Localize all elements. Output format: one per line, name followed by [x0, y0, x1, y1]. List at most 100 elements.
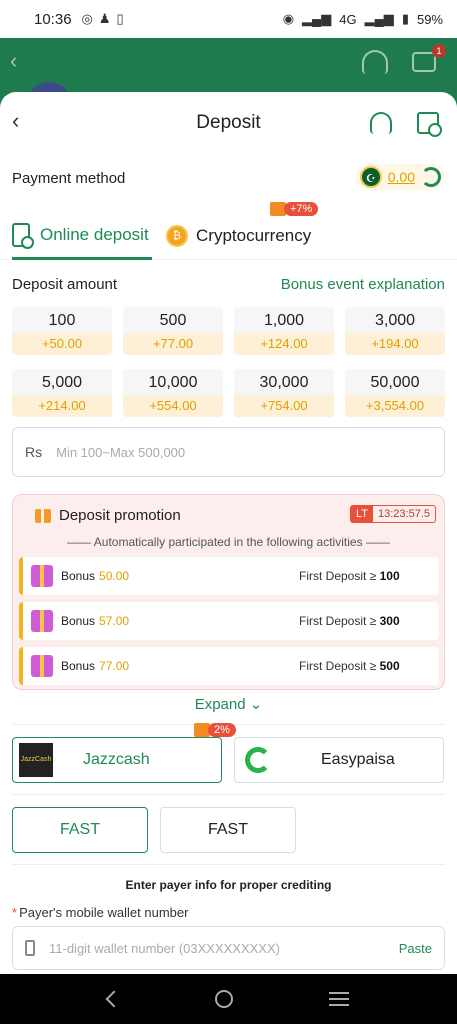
gift-box-icon — [31, 655, 53, 677]
condition-label: First Deposit ≥ — [299, 614, 377, 628]
amount-value: 10,000 — [148, 374, 198, 391]
refresh-icon[interactable] — [421, 167, 441, 187]
nav-back-icon[interactable] — [105, 990, 123, 1008]
amount-option[interactable]: 30,000 +754.00 — [234, 369, 334, 417]
balance-widget: ☪ 0.00 — [355, 164, 445, 190]
lt-label: LT — [350, 506, 373, 522]
signal-icon-2: ▂▄▆ — [364, 11, 394, 26]
bonus-label: Bonus — [61, 569, 96, 583]
bonus-label: Bonus — [61, 659, 96, 673]
crypto-bonus-percent: +7% — [284, 202, 319, 216]
amount-option[interactable]: 1,000 +124.00 — [234, 307, 334, 355]
amount-bonus: +554.00 — [123, 395, 223, 417]
promotion-row: Bonus 50.00 First Deposit ≥ 100 — [19, 557, 439, 595]
jazzcash-bonus-percent: 2% — [208, 723, 236, 737]
condition-label: First Deposit ≥ — [299, 659, 377, 673]
speed-option-fast-2[interactable]: FAST — [160, 807, 296, 853]
bonus-value: 50.00 — [99, 569, 130, 583]
tab-online-deposit[interactable]: Online deposit — [12, 212, 152, 260]
amount-value: 3,000 — [374, 312, 416, 329]
expand-label: Expand — [194, 696, 246, 713]
amount-input[interactable] — [56, 444, 432, 460]
wallet-number-field: Paste — [12, 926, 445, 970]
limited-time-badge: LT 13:23:57.5 — [349, 505, 436, 523]
amount-value: 30,000 — [259, 374, 309, 391]
wallet-number-input[interactable] — [49, 940, 399, 956]
whatsapp-icon: ◎ — [81, 11, 93, 26]
coin-icon: ₿ — [166, 225, 188, 247]
amount-input-field: Rs — [12, 427, 445, 477]
channel-jazzcash[interactable]: JazzCash Jazzcash — [12, 737, 222, 783]
amount-value: 500 — [159, 312, 187, 329]
background-headset-icon — [362, 50, 388, 74]
amount-bonus: +214.00 — [12, 395, 112, 417]
battery-level: 59% — [416, 11, 443, 27]
deposit-history-icon[interactable] — [417, 112, 442, 137]
amount-value: 5,000 — [41, 374, 83, 391]
notification-badge: 1 — [432, 44, 446, 58]
condition-threshold: 500 — [379, 659, 400, 673]
divider — [12, 864, 445, 865]
amount-bonus: +3,554.00 — [345, 395, 445, 417]
nav-recents-icon[interactable] — [329, 992, 350, 1006]
bonus-label: Bonus — [61, 614, 96, 628]
battery-icon: ▮ — [401, 11, 409, 26]
amount-value: 1,000 — [263, 312, 305, 329]
balance-value[interactable]: 0.00 — [388, 169, 415, 185]
amount-bonus: +754.00 — [234, 395, 334, 417]
gift-box-icon — [31, 610, 53, 632]
promotion-row: Bonus 57.00 First Deposit ≥ 300 — [19, 602, 439, 640]
speed-options: FAST FAST — [12, 807, 296, 853]
channel-easypaisa[interactable]: Easypaisa — [234, 737, 444, 783]
speed-option-fast-1[interactable]: FAST — [12, 807, 148, 853]
wallet-number-label: Payer's mobile wallet number — [19, 905, 189, 920]
deposit-amount-label: Deposit amount — [12, 276, 118, 293]
status-bar: 10:36 ◎ ♟ ▯ ◉ ▂▄▆ 4G ▂▄▆ ▮ 59% — [0, 0, 457, 38]
tab-cryptocurrency[interactable]: ₿ Cryptocurrency — [166, 212, 311, 260]
tab-label: Online deposit — [40, 224, 149, 244]
mobile-phone-icon — [25, 940, 35, 956]
gift-box-icon — [31, 565, 53, 587]
condition-threshold: 100 — [379, 569, 400, 583]
promotion-subtitle: —— Automatically participated in the fol… — [67, 535, 390, 549]
bonus-event-link[interactable]: Bonus event explanation — [281, 276, 445, 293]
amount-options-grid: 100 +50.00 500 +77.00 1,000 +124.00 3,000 +1… — [12, 307, 445, 417]
amount-bonus: +77.00 — [123, 333, 223, 355]
mobile-deposit-icon — [12, 222, 34, 249]
gift-icon — [35, 508, 51, 523]
payer-info-note: Enter payer info for proper crediting — [125, 878, 332, 892]
amount-bonus: +50.00 — [12, 333, 112, 355]
hotspot-icon: ◉ — [282, 11, 295, 26]
bonus-value: 77.00 — [99, 659, 130, 673]
easypaisa-logo — [245, 747, 271, 773]
channel-name: Easypaisa — [321, 751, 395, 768]
paste-button[interactable]: Paste — [399, 941, 432, 956]
payment-method-label: Payment method — [12, 170, 126, 187]
condition-label: First Deposit ≥ — [299, 569, 377, 583]
tab-label: Cryptocurrency — [196, 226, 312, 245]
promotion-row: Bonus 77.00 First Deposit ≥ 500 — [19, 647, 439, 685]
deposit-promotion-card: Deposit promotion LT 13:23:57.5 —— Autom… — [12, 494, 445, 690]
nav-home-icon[interactable] — [215, 990, 234, 1008]
title-bar: ‹ Deposit — [0, 92, 457, 154]
status-time: 10:36 — [34, 10, 72, 28]
amount-option[interactable]: 50,000 +3,554.00 — [345, 369, 445, 417]
countdown-timer: 13:23:57.5 — [378, 508, 430, 520]
amount-option[interactable]: 10,000 +554.00 — [123, 369, 223, 417]
amount-option[interactable]: 3,000 +194.00 — [345, 307, 445, 355]
jazzcash-bonus-badge: 2% — [194, 723, 236, 737]
amount-option[interactable]: 100 +50.00 — [12, 307, 112, 355]
amount-bonus: +124.00 — [234, 333, 334, 355]
customer-service-icon[interactable] — [370, 112, 392, 134]
promotion-title: Deposit promotion — [59, 507, 181, 524]
channel-name: Jazzcash — [83, 751, 150, 768]
amount-option[interactable]: 500 +77.00 — [123, 307, 223, 355]
vibrate-icon: ▯ — [116, 11, 124, 26]
snapchat-icon: ♟ — [98, 11, 111, 26]
crypto-bonus-badge: +7% — [270, 202, 319, 216]
pakistan-flag-icon: ☪ — [359, 166, 382, 188]
amount-option[interactable]: 5,000 +214.00 — [12, 369, 112, 417]
condition-threshold: 300 — [379, 614, 400, 628]
expand-button[interactable]: Expand ⌄ — [0, 695, 457, 713]
chevron-down-icon: ⌄ — [249, 696, 263, 713]
